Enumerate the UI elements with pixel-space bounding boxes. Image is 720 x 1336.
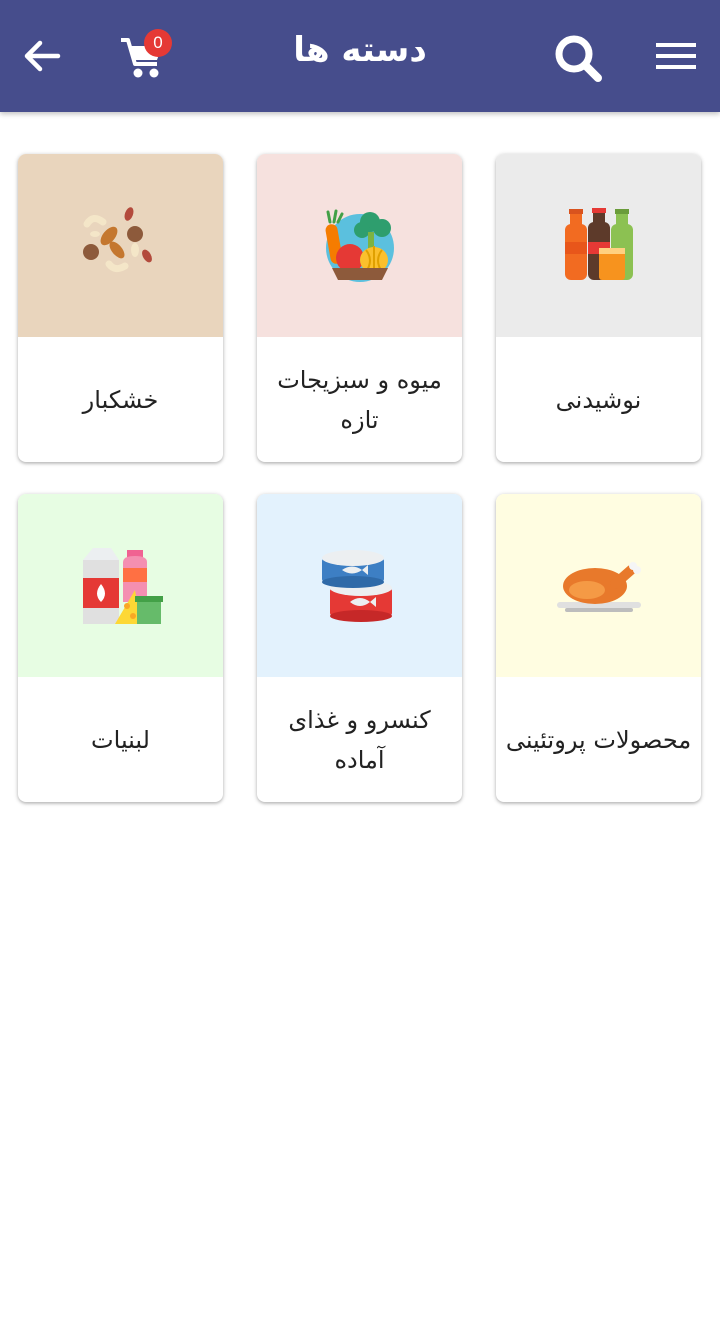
category-label: لبنیات: [91, 725, 150, 754]
category-card-nuts[interactable]: خشکبار: [18, 154, 223, 462]
category-label: میوه و سبزیجات تازه: [277, 365, 442, 434]
category-label: نوشیدنی: [555, 385, 642, 414]
category-image: [257, 154, 462, 337]
category-card-canned-food[interactable]: کنسرو و غذای آماده: [257, 494, 462, 802]
nuts-icon: [82, 206, 152, 272]
category-image: [496, 154, 701, 337]
category-card-drinks[interactable]: نوشیدنی: [496, 154, 701, 462]
category-image: [257, 494, 462, 677]
search-icon: [555, 35, 602, 82]
soda-bottles-icon: [564, 207, 633, 280]
roast-chicken-icon: [556, 561, 641, 612]
category-image: [18, 154, 223, 337]
category-card-fruits-vegetables[interactable]: میوه و سبزیجات تازه: [257, 154, 462, 462]
category-label: خشکبار: [82, 385, 159, 414]
category-card-dairy[interactable]: لبنیات: [18, 494, 223, 802]
hamburger-menu-icon: [656, 43, 696, 69]
category-image: [496, 494, 701, 677]
category-card-protein[interactable]: محصولات پروتئینی: [496, 494, 701, 802]
menu-button[interactable]: [652, 34, 700, 78]
page-title: دسته ها: [293, 30, 427, 70]
category-label: کنسرو و غذای آماده: [288, 705, 431, 774]
app-bar: 0 دسته ها: [0, 0, 720, 112]
category-label: محصولات پروتئینی: [505, 725, 692, 754]
category-image: [18, 494, 223, 677]
canned-fish-icon: [321, 549, 392, 622]
search-button[interactable]: [550, 30, 606, 86]
vegetable-basket-icon: [325, 209, 394, 282]
dairy-products-icon: [82, 547, 163, 624]
